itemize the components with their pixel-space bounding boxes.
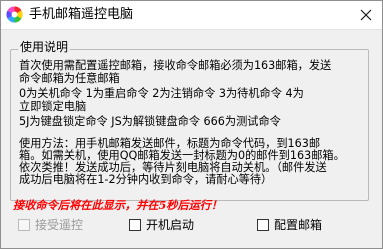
title-bar[interactable]: 手机邮箱遥控电脑 (1, 1, 382, 30)
checkbox-label: 开机启动 (146, 218, 195, 232)
window-title: 手机邮箱遥控电脑 (29, 7, 134, 22)
checkbox-box[interactable] (129, 219, 141, 231)
instruction-line: 成功后电脑将在1-2分钟内收到命令，请耐心等待） (19, 173, 273, 186)
instruction-line: 命令邮箱为任意邮箱 (19, 72, 120, 85)
checkbox-label: 接受遥控 (35, 218, 84, 232)
app-icon (6, 6, 23, 23)
instruction-line: 5J为键盘锁定命令 JS为解锁键盘命令 666为测试命令 (19, 115, 281, 128)
main-window: 手机邮箱遥控电脑 使用说明 首次使用需配置遥控邮箱，接收命令邮箱必须为163邮箱… (0, 0, 383, 249)
instruction-line: 首次使用需配置遥控邮箱，接收命令邮箱必须为163邮箱，发送 (19, 59, 332, 72)
instruction-line: 0为关机命令 1为重启命令 2为注销命令 3为待机命令 4为 (19, 87, 304, 100)
instruction-line: 立即锁定电脑 (19, 100, 87, 113)
close-icon[interactable] (358, 7, 374, 23)
status-warning: 接收命令后将在此显示，并在5秒后运行！ (13, 198, 223, 212)
instructions-title: 使用说明 (18, 40, 71, 55)
checkbox-box[interactable] (18, 219, 30, 231)
checkbox-box[interactable] (257, 219, 269, 231)
checkbox-label: 配置邮箱 (274, 218, 323, 232)
